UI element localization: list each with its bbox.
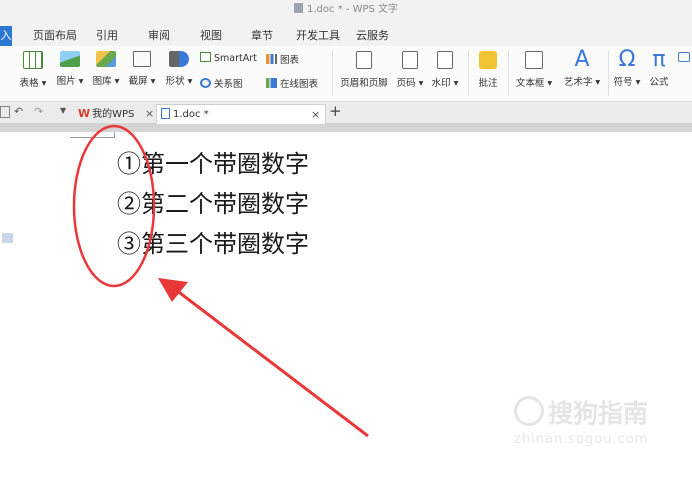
annotation-arrow-shaft [175,288,369,438]
annotation-arrow-head [158,278,188,302]
annotation-overlay [72,124,369,438]
annotation-circle [72,124,156,288]
